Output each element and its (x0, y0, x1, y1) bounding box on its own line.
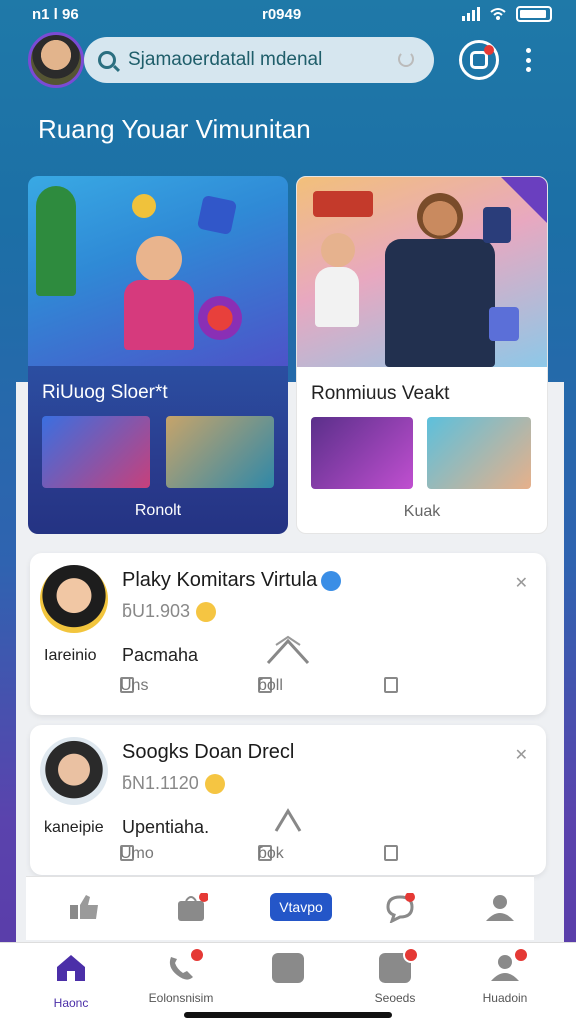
thumbnail-image[interactable] (427, 417, 531, 489)
phone-icon (165, 947, 205, 983)
coin-illustration (132, 194, 156, 218)
nav-home[interactable]: Haonc (26, 953, 116, 1010)
home-indicator[interactable] (184, 1012, 392, 1018)
post-text: Upentiaha. (122, 817, 210, 837)
post-card[interactable]: Soogks Doan Drecl ƃN1.1120 ✕ kaneipie Up… (30, 725, 546, 875)
notification-dot (484, 45, 494, 55)
nav-profile[interactable]: Huadoin (460, 947, 550, 1005)
search-input[interactable] (128, 49, 388, 71)
nav-calls[interactable]: Eolonsnisim (136, 947, 226, 1005)
emoji-icon (196, 602, 217, 623)
action-one-label: Umo (120, 845, 154, 862)
card-illustration (489, 307, 519, 341)
nav-games-label: Seoeds (374, 991, 416, 1005)
nav-chat[interactable] (243, 953, 333, 991)
signal-icon (462, 7, 480, 21)
status-time-center: r0949 (262, 6, 302, 23)
search-bar[interactable] (84, 37, 434, 83)
child-shirt-illustration (124, 280, 194, 350)
like-icon[interactable] (68, 893, 104, 925)
home-icon (57, 955, 85, 981)
thumbnail-image[interactable] (42, 416, 150, 488)
profile-icon (489, 947, 529, 983)
notification-dot (513, 947, 529, 963)
profile-icon[interactable] (484, 893, 520, 925)
post-card[interactable]: Plaky Komitars Virtula ƃU1.903 ✕ Iareini… (30, 553, 546, 715)
post-meta-text: ƃU1.903 (122, 601, 191, 621)
post-text: Pacmaha (122, 645, 199, 665)
post-meta-text: ƃN1.1120 (122, 773, 199, 793)
thumbnail-image[interactable] (311, 417, 413, 489)
post-author: Iareinio (44, 647, 97, 664)
game-tile-illustration (196, 194, 238, 236)
child-illustration (136, 236, 182, 282)
notification-dot (403, 947, 419, 963)
status-time-left: n1 l 96 (32, 6, 79, 23)
post-meta: ƃN1.1120 (122, 773, 225, 795)
nav-games[interactable]: Seoeds (350, 947, 440, 1005)
comment-icon[interactable] (384, 892, 420, 925)
nav-home-label: Haonc (53, 996, 89, 1010)
girl-illustration (321, 233, 355, 267)
upvote-icon[interactable] (266, 807, 310, 837)
close-icon[interactable]: ✕ (515, 573, 528, 593)
feature-card-title: Ronmiuus Veakt (311, 383, 450, 404)
header (24, 32, 554, 90)
corner-badge (501, 177, 547, 223)
post-title-text: Plaky Komitars Virtula (122, 569, 318, 591)
nav-calls-label: Eolonsnisim (148, 991, 214, 1005)
wifi-icon (490, 8, 506, 20)
feature-card-footer[interactable]: Ronolt (28, 502, 288, 520)
thumbnail-image[interactable] (166, 416, 274, 488)
post-meta: ƃU1.903 (122, 601, 217, 623)
post-title: Soogks Doan Drecl (122, 741, 295, 763)
ball-illustration (198, 296, 242, 340)
palm-tree-illustration (36, 186, 76, 296)
feature-card[interactable]: Ronmiuus Veakt Kuak (296, 176, 548, 534)
sign-illustration (313, 191, 373, 217)
post-title: Plaky Komitars Virtula (122, 569, 342, 592)
bottom-navigation: Haonc Eolonsnisim Seoeds Huadoin (0, 942, 576, 1024)
upvote-icon[interactable] (266, 635, 310, 665)
avatar[interactable] (40, 737, 108, 805)
status-icons (462, 6, 552, 22)
girl-shirt-illustration (315, 267, 359, 327)
search-icon (98, 51, 116, 69)
video-button[interactable]: Vtavpo (270, 893, 332, 921)
man-shirt-illustration (385, 239, 495, 367)
status-bar: n1 l 96 r0949 (0, 0, 576, 30)
close-icon[interactable]: ✕ (515, 745, 528, 765)
man-illustration (417, 193, 463, 239)
loading-spinner-icon (398, 51, 414, 67)
upload-icon (384, 845, 398, 861)
notification-dot (189, 947, 205, 963)
upload-icon (384, 677, 398, 693)
nav-profile-label: Huadoin (482, 991, 528, 1005)
feature-card-footer[interactable]: Kuak (297, 503, 547, 521)
instagram-button[interactable] (459, 40, 499, 80)
page-title: Ruang Youar Vimunitan (38, 114, 311, 144)
gamepad-icon (379, 947, 419, 983)
action-two-label: ɓok (258, 845, 284, 862)
profile-avatar[interactable] (28, 32, 84, 88)
action-two-label: ɓoll (258, 677, 283, 694)
feature-card[interactable]: RiUuog Sloer*t Ronolt (28, 176, 288, 534)
action-one-label: Uns (120, 677, 149, 694)
bag-icon[interactable] (176, 892, 212, 925)
more-icon[interactable] (524, 48, 532, 72)
chat-icon (272, 953, 304, 983)
emoji-icon (204, 774, 225, 795)
verified-icon (321, 570, 342, 591)
feature-card-title: RiUuog Sloer*t (42, 382, 168, 403)
feature-card-image (28, 176, 288, 366)
avatar[interactable] (40, 565, 108, 633)
sub-navigation: Vtavpo (26, 876, 534, 940)
battery-icon (516, 6, 552, 22)
post-author: kaneipie (44, 819, 104, 836)
